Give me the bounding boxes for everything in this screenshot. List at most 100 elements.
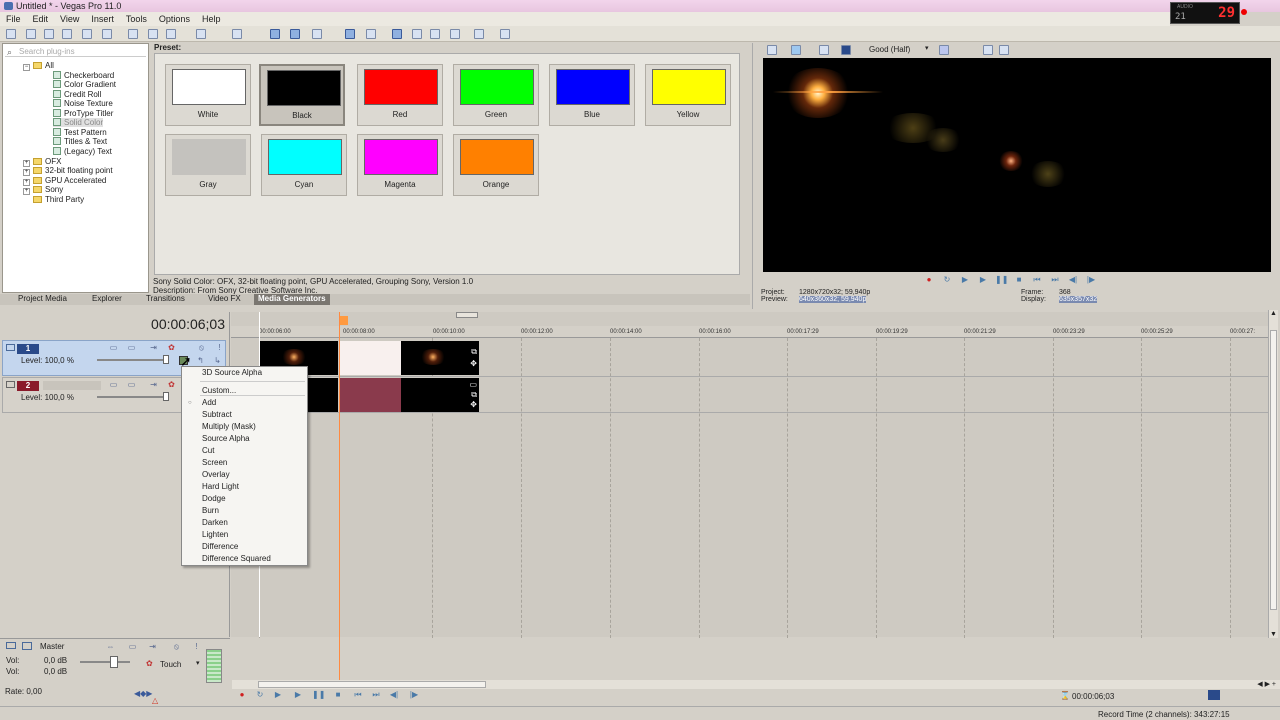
menu-item-3d-source-alpha[interactable]: 3D Source Alpha	[202, 368, 262, 377]
mute-icon[interactable]: ⦸	[197, 343, 206, 352]
tree-item-test-pattern[interactable]: Test Pattern	[53, 128, 107, 137]
marker-bar-handle[interactable]	[456, 312, 478, 318]
master-volume-slider[interactable]	[80, 656, 130, 668]
collapse-icon[interactable]: −	[23, 64, 30, 71]
go-to-start-icon[interactable]: ⏮	[1031, 275, 1043, 285]
preview-properties-icon[interactable]	[767, 45, 777, 55]
go-to-start-icon[interactable]: ⏮	[352, 690, 364, 700]
time-ruler[interactable]: 00:00:06:00 00:00:08:00 00:00:10:00 00:0…	[231, 326, 1268, 338]
play-from-start-icon[interactable]: ▶	[272, 690, 284, 700]
track-level-slider[interactable]	[97, 392, 169, 401]
tab-video-fx[interactable]: Video FX	[204, 294, 245, 305]
scroll-thumb[interactable]	[258, 681, 486, 688]
tree-item-solid-color[interactable]: Solid Color	[53, 118, 104, 127]
expand-icon[interactable]: +	[23, 169, 30, 176]
timeline-area[interactable]: 00:00:06:00 00:00:08:00 00:00:10:00 00:0…	[231, 312, 1268, 682]
paste-icon[interactable]	[166, 29, 176, 39]
track-fx-icon[interactable]: ✿	[167, 343, 176, 352]
make-parent-icon[interactable]: ↰	[196, 356, 205, 365]
mute-icon[interactable]: ⦸	[172, 642, 181, 651]
menu-item-overlay[interactable]: Overlay	[202, 470, 230, 479]
menu-item-dodge[interactable]: Dodge	[202, 494, 226, 503]
solo-icon[interactable]: !	[192, 642, 201, 651]
automation-mode-select[interactable]: Touch	[160, 660, 181, 669]
tree-item-noise-texture[interactable]: Noise Texture	[53, 99, 113, 108]
menu-file[interactable]: File	[6, 12, 21, 26]
tab-media-generators[interactable]: Media Generators	[254, 294, 330, 305]
preset-gray[interactable]: Gray	[165, 134, 251, 196]
menu-item-cut[interactable]: Cut	[202, 446, 214, 455]
previous-frame-icon[interactable]: ◀|	[388, 690, 400, 700]
stop-icon[interactable]: ■	[332, 690, 344, 700]
play-icon[interactable]: ▶	[977, 275, 989, 285]
compositing-mode-icon[interactable]: ▭	[109, 380, 118, 389]
external-monitor-icon[interactable]	[791, 45, 801, 55]
compositing-mode-icon[interactable]: ▭	[109, 343, 118, 352]
normal-edit-tool-icon[interactable]	[392, 29, 402, 39]
scroll-down-icon[interactable]: ▼	[1270, 631, 1277, 638]
stop-icon[interactable]: ■	[1013, 275, 1025, 285]
preset-orange[interactable]: Orange	[453, 134, 539, 196]
tree-item-sony[interactable]: + Sony	[23, 185, 63, 195]
master-fx-icon[interactable]: ▭	[128, 642, 137, 651]
tree-item-credit-roll[interactable]: Credit Roll	[53, 90, 101, 99]
tree-item-titles-text[interactable]: Titles & Text	[53, 137, 107, 146]
menu-item-custom[interactable]: Custom...	[202, 386, 236, 395]
plugin-search-input[interactable]: ⌕ Search plug-ins	[5, 46, 146, 57]
redo-icon[interactable]	[232, 29, 242, 39]
chevron-down-icon[interactable]: ▾	[196, 659, 200, 667]
split-screen-icon[interactable]	[841, 45, 851, 55]
pause-icon[interactable]: ❚❚	[995, 275, 1008, 285]
event-fx-icon[interactable]: ▭	[469, 380, 477, 389]
properties-icon[interactable]	[102, 29, 112, 39]
automation-icon[interactable]: ⇔	[106, 642, 115, 651]
preview-fx-icon[interactable]	[819, 45, 829, 55]
previous-frame-icon[interactable]: ◀|	[1067, 275, 1079, 285]
preset-white[interactable]: White	[165, 64, 251, 126]
track-level-slider[interactable]	[97, 355, 169, 364]
video-clip-flare-2[interactable]: ⧉ ✥	[401, 341, 479, 375]
event-pan-crop-icon[interactable]: ⧉	[471, 390, 477, 400]
motion-icon[interactable]: ⇥	[149, 343, 158, 352]
video-clip-white[interactable]	[339, 341, 401, 375]
overlays-icon[interactable]	[939, 45, 949, 55]
loop-icon[interactable]: ↻	[941, 275, 953, 285]
preset-yellow[interactable]: Yellow	[645, 64, 731, 126]
preset-green[interactable]: Green	[453, 64, 539, 126]
cut-icon[interactable]	[128, 29, 138, 39]
pause-icon[interactable]: ❚❚	[312, 690, 325, 700]
event-pan-crop-icon[interactable]: ✥	[470, 359, 477, 368]
save-snapshot-icon[interactable]	[999, 45, 1009, 55]
open-icon[interactable]	[26, 29, 36, 39]
menu-edit[interactable]: Edit	[33, 12, 49, 26]
make-child-icon[interactable]: ↳	[213, 356, 222, 365]
copy-icon[interactable]	[148, 29, 158, 39]
tree-item-color-gradient[interactable]: Color Gradient	[53, 80, 116, 89]
menu-item-multiply-mask[interactable]: Multiply (Mask)	[202, 422, 256, 431]
expand-track-icon[interactable]	[6, 381, 15, 388]
go-to-end-icon[interactable]: ⏭	[370, 690, 382, 700]
save-as-icon[interactable]	[62, 29, 72, 39]
split-icon[interactable]	[474, 29, 484, 39]
tab-project-media[interactable]: Project Media	[14, 294, 71, 305]
enable-snapping-icon[interactable]	[270, 29, 280, 39]
record-icon[interactable]: ●	[923, 275, 935, 285]
preview-quality-select[interactable]: Good (Half)	[869, 45, 910, 54]
scroll-thumb[interactable]	[1270, 330, 1277, 610]
menu-view[interactable]: View	[60, 12, 79, 26]
loop-icon[interactable]: ↻	[254, 690, 266, 700]
preset-blue[interactable]: Blue	[549, 64, 635, 126]
new-icon[interactable]	[6, 29, 16, 39]
record-icon[interactable]: ●	[236, 690, 248, 700]
tab-explorer[interactable]: Explorer	[88, 294, 126, 305]
play-from-start-icon[interactable]: ▶	[959, 275, 971, 285]
slider-thumb[interactable]	[163, 392, 169, 401]
menu-item-darken[interactable]: Darken	[202, 518, 228, 527]
menu-help[interactable]: Help	[202, 12, 221, 26]
slider-thumb[interactable]	[163, 355, 169, 364]
chevron-down-icon[interactable]: ▾	[925, 44, 929, 52]
menu-item-difference[interactable]: Difference	[202, 542, 238, 551]
solo-icon[interactable]: !	[215, 343, 224, 352]
expand-master-icon[interactable]	[6, 642, 16, 649]
video-clip-dark-2[interactable]: ▭ ⧉ ✥	[401, 378, 479, 412]
